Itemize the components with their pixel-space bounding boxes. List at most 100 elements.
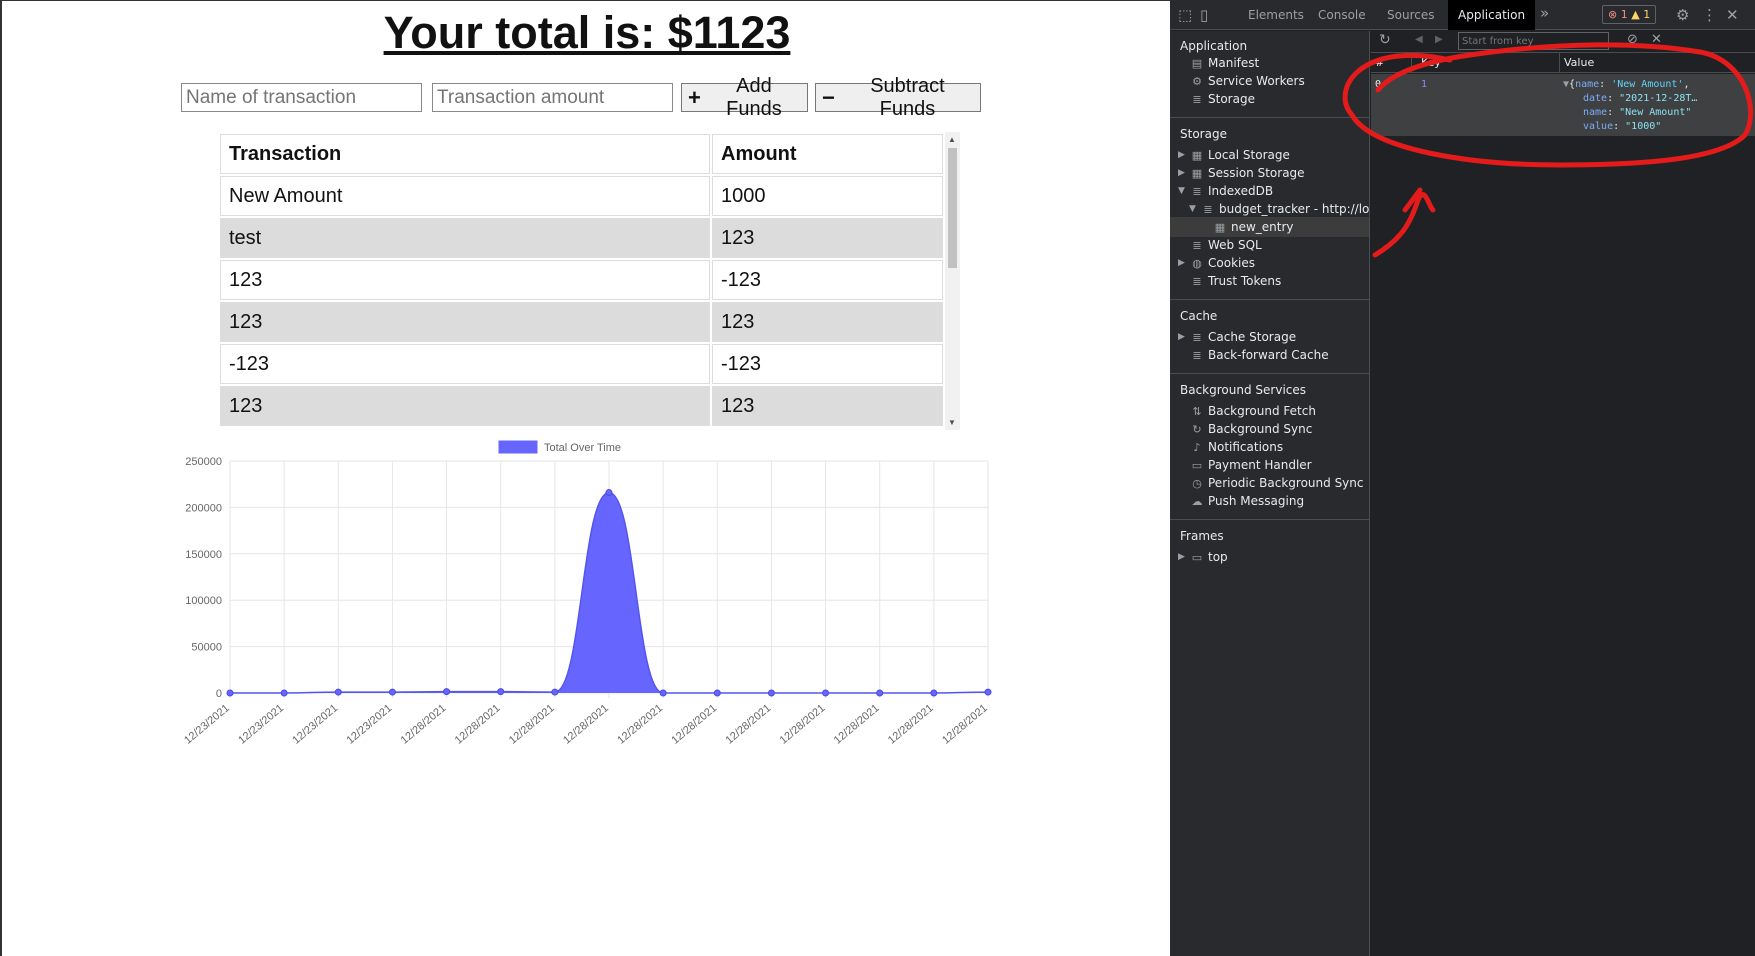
data-point (551, 688, 559, 696)
subtract-funds-button[interactable]: − Subtract Funds (815, 75, 981, 120)
tab-console[interactable]: Console (1308, 0, 1376, 30)
value-date-line: date: "2021-12-28T… (1583, 93, 1698, 104)
sidebar-item-periodic-background-sync[interactable]: ◷ Periodic Background Sync (1190, 473, 1363, 493)
sidebar-item-storage[interactable]: ≣ Storage (1190, 89, 1255, 109)
grid-row[interactable]: 0 1 ▼{name: 'New Amount', date: "2021-12… (1371, 74, 1755, 136)
x-tick-label: 12/28/2021 (615, 702, 665, 747)
row-amount: -123 (712, 260, 943, 300)
sidebar-item-background-fetch[interactable]: ⇅ Background Fetch (1190, 401, 1316, 421)
x-tick-label: 12/23/2021 (290, 702, 340, 747)
collapse-icon[interactable]: ▼ (1189, 199, 1196, 219)
col-key-header[interactable]: Key (1421, 56, 1441, 69)
scroll-down-icon[interactable]: ▼ (948, 418, 956, 427)
add-funds-label: Add Funds (726, 74, 782, 120)
data-point (605, 489, 613, 497)
x-tick-label: 12/28/2021 (778, 702, 828, 747)
add-funds-button[interactable]: + Add Funds (681, 75, 808, 120)
sidebar-item-frame-top[interactable]: ▶ ▭ top (1178, 547, 1228, 567)
devtools-panel: ⬚ ▯ Elements Console Sources Application… (1170, 0, 1755, 956)
row-name: 123 (220, 386, 710, 426)
x-tick-label: 12/23/2021 (344, 702, 394, 747)
refresh-icon[interactable]: ↻ (1379, 32, 1391, 48)
tab-application[interactable]: Application (1448, 0, 1536, 30)
expand-icon[interactable]: ▶ (1178, 253, 1185, 273)
expand-icon[interactable]: ▶ (1178, 547, 1185, 567)
sidebar-item-budget-tracker-db[interactable]: ▼ ≣ budget_tracker - http://loca (1189, 199, 1369, 219)
sidebar-item-local-storage[interactable]: ▶ ▦ Local Storage (1178, 145, 1290, 165)
sidebar-item-push-messaging[interactable]: ☁ Push Messaging (1190, 491, 1305, 511)
subtract-funds-label: Subtract Funds (870, 74, 945, 120)
series-area (230, 492, 988, 693)
data-point (443, 688, 451, 696)
sidebar-item-service-workers[interactable]: ⚙ Service Workers (1190, 71, 1305, 91)
more-tabs-icon[interactable]: » (1540, 4, 1549, 22)
transactions-table-container[interactable]: Transaction Amount New Amount 1000 test … (218, 132, 960, 430)
divider (1559, 53, 1560, 73)
clear-icon[interactable]: ⊘ (1627, 32, 1638, 47)
row-amount: -123 (712, 344, 943, 384)
section-background-title: Background Services (1180, 383, 1307, 397)
sidebar-item-cache-storage[interactable]: ▶ ≣ Cache Storage (1178, 327, 1296, 347)
sidebar-item-back-forward-cache[interactable]: ≣ Back-forward Cache (1190, 345, 1328, 365)
transaction-amount-input[interactable] (432, 83, 673, 112)
data-point (876, 689, 884, 697)
inspect-icon[interactable]: ⬚ (1178, 6, 1192, 24)
database-icon: ≣ (1192, 93, 1202, 106)
collapse-icon[interactable]: ▼ (1178, 181, 1185, 201)
sidebar-item-trust-tokens[interactable]: ≣ Trust Tokens (1190, 271, 1281, 291)
x-tick-label: 12/28/2021 (507, 702, 557, 747)
table-row: 123 123 (220, 302, 943, 342)
expand-icon[interactable]: ▶ (1178, 163, 1185, 183)
plus-icon: + (688, 84, 701, 110)
divider (1170, 373, 1369, 374)
table-scrollbar[interactable]: ▲ ▼ (945, 132, 960, 430)
sidebar-item-new-entry[interactable]: ▦ new_entry (1170, 217, 1369, 237)
database-icon: ≣ (1192, 349, 1202, 362)
database-icon: ≣ (1192, 275, 1202, 288)
section-application-title: Application (1180, 39, 1248, 53)
x-tick-label: 12/28/2021 (453, 702, 503, 747)
legend-label: Total Over Time (544, 442, 621, 454)
sidebar-item-payment-handler[interactable]: ▭ Payment Handler (1190, 455, 1312, 475)
start-from-key-input[interactable] (1458, 32, 1609, 50)
table-row: -123 -123 (220, 344, 943, 384)
sidebar-item-indexeddb[interactable]: ▼ ≣ IndexedDB (1178, 181, 1273, 201)
tab-elements[interactable]: Elements (1238, 0, 1314, 30)
minus-icon: − (822, 84, 835, 110)
expand-icon[interactable]: ▶ (1178, 327, 1185, 347)
error-icon: ⊗ (1608, 8, 1618, 21)
tab-sources[interactable]: Sources (1377, 0, 1444, 30)
data-point (497, 688, 505, 696)
y-tick-label: 250000 (185, 456, 222, 468)
transaction-name-input[interactable] (181, 83, 422, 112)
data-point (334, 688, 342, 696)
back-icon[interactable]: ◀ (1415, 34, 1423, 45)
devtools-tabbar: ⬚ ▯ Elements Console Sources Application… (1170, 0, 1755, 30)
y-tick-label: 200000 (185, 502, 222, 514)
settings-icon[interactable]: ⚙ (1676, 6, 1689, 24)
expand-icon[interactable]: ▶ (1178, 145, 1185, 165)
sidebar-item-session-storage[interactable]: ▶ ▦ Session Storage (1178, 163, 1305, 183)
sidebar-item-web-sql[interactable]: ≣ Web SQL (1190, 235, 1261, 255)
kebab-icon[interactable]: ⋮ (1702, 6, 1717, 24)
sidebar-item-notifications[interactable]: ♪ Notifications (1190, 437, 1283, 457)
device-icon[interactable]: ▯ (1200, 6, 1208, 24)
sidebar-item-manifest[interactable]: ▤ Manifest (1190, 53, 1259, 73)
cloud-icon: ☁ (1191, 495, 1203, 508)
scroll-up-icon[interactable]: ▲ (948, 135, 956, 144)
value-value-line: value: "1000" (1583, 121, 1662, 132)
data-point (984, 688, 992, 696)
data-point (226, 689, 234, 697)
issues-badge[interactable]: ⊗ 1 ▲ 1 (1602, 5, 1657, 24)
sidebar-item-cookies[interactable]: ▶ ◍ Cookies (1178, 253, 1255, 273)
col-value-header[interactable]: Value (1564, 56, 1594, 69)
data-point (388, 688, 396, 696)
screen: Your total is: $1123 + Add Funds − Subtr… (0, 0, 1755, 956)
forward-icon[interactable]: ▶ (1435, 34, 1443, 45)
delete-icon[interactable]: ✕ (1651, 32, 1662, 47)
value-object-summary[interactable]: ▼{name: 'New Amount', (1563, 79, 1689, 90)
sidebar-item-background-sync[interactable]: ↻ Background Sync (1190, 419, 1312, 439)
data-point (713, 689, 721, 697)
close-icon[interactable]: ✕ (1726, 6, 1739, 24)
scroll-thumb[interactable] (948, 148, 957, 268)
